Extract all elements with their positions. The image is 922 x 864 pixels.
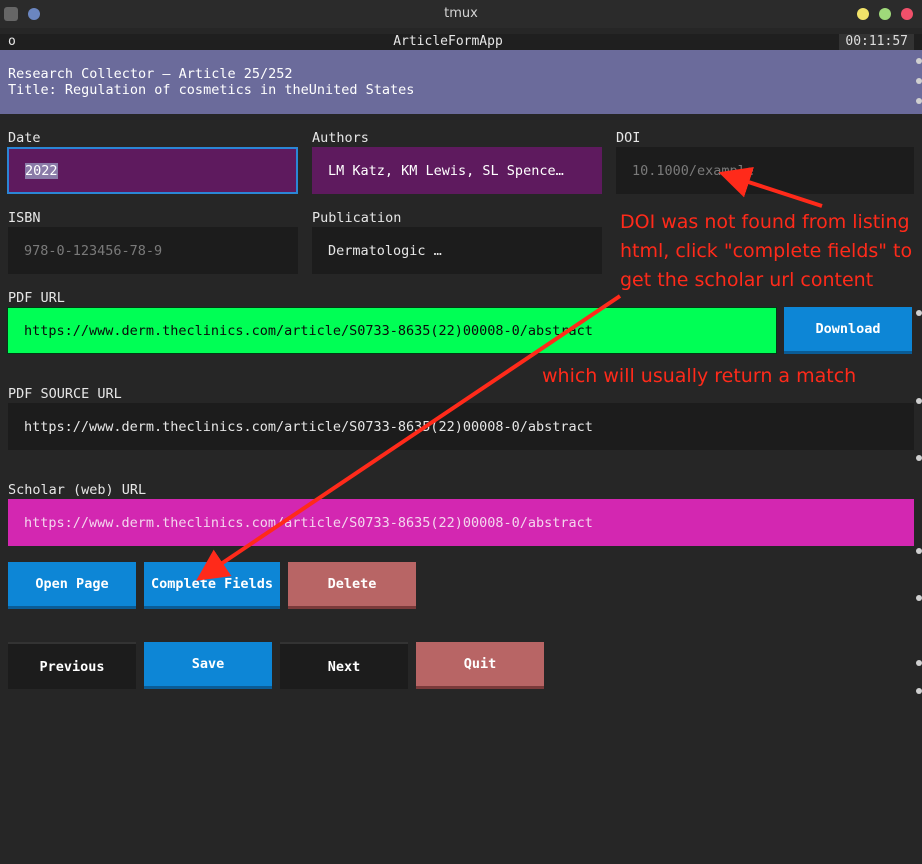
arrow-icon: [196, 294, 622, 581]
annotation-arrows: [196, 166, 823, 581]
arrow-icon: [718, 166, 823, 208]
